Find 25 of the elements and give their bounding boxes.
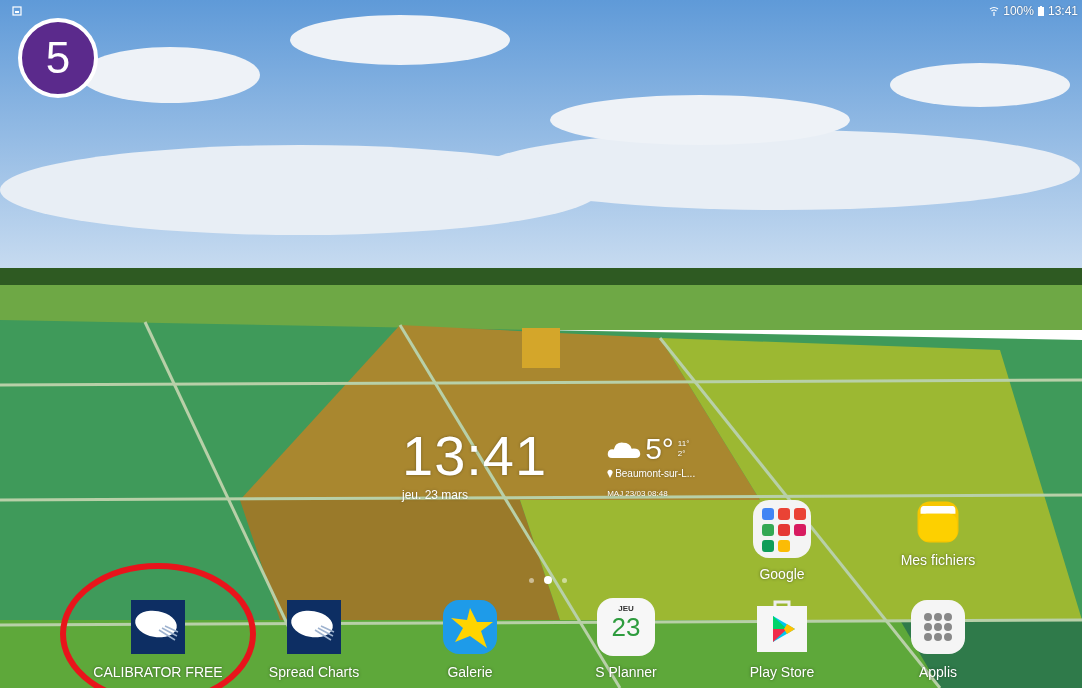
signal-icon [989, 6, 1000, 16]
app-label: Mes fichiers [900, 552, 976, 568]
battery-percentage: 100% [1003, 4, 1034, 18]
app-label: Google [759, 566, 805, 582]
calendar-date: 23 [611, 613, 641, 641]
weather-update-time: MAJ 23/03 08:48 [607, 489, 669, 498]
page-indicator-dot[interactable] [544, 576, 552, 584]
low-temperature: 2° [677, 449, 687, 459]
app-grid-icon[interactable] [909, 598, 967, 656]
page-indicator-dot[interactable] [562, 577, 567, 583]
high-temperature: 11° [677, 439, 690, 449]
location-pin-icon [607, 469, 614, 478]
image-icon [12, 6, 22, 16]
app-label: Galerie [447, 664, 493, 680]
status-time: 13:41 [1047, 4, 1078, 18]
battery-icon [1037, 6, 1044, 16]
app-label: Play Store [749, 664, 815, 680]
calendar-weekday: JEU [618, 604, 634, 613]
app-folder-icon[interactable] [753, 500, 811, 558]
calendar-icon[interactable]: JEU 23 [597, 598, 655, 656]
page-indicator-dot[interactable] [529, 577, 534, 583]
weather-location: Beaumont-sur-L... [615, 468, 696, 479]
app-label: CALIBRATOR FREE [93, 664, 223, 680]
temperature: 5° [645, 432, 674, 466]
app-label: Spread Charts [268, 664, 360, 680]
